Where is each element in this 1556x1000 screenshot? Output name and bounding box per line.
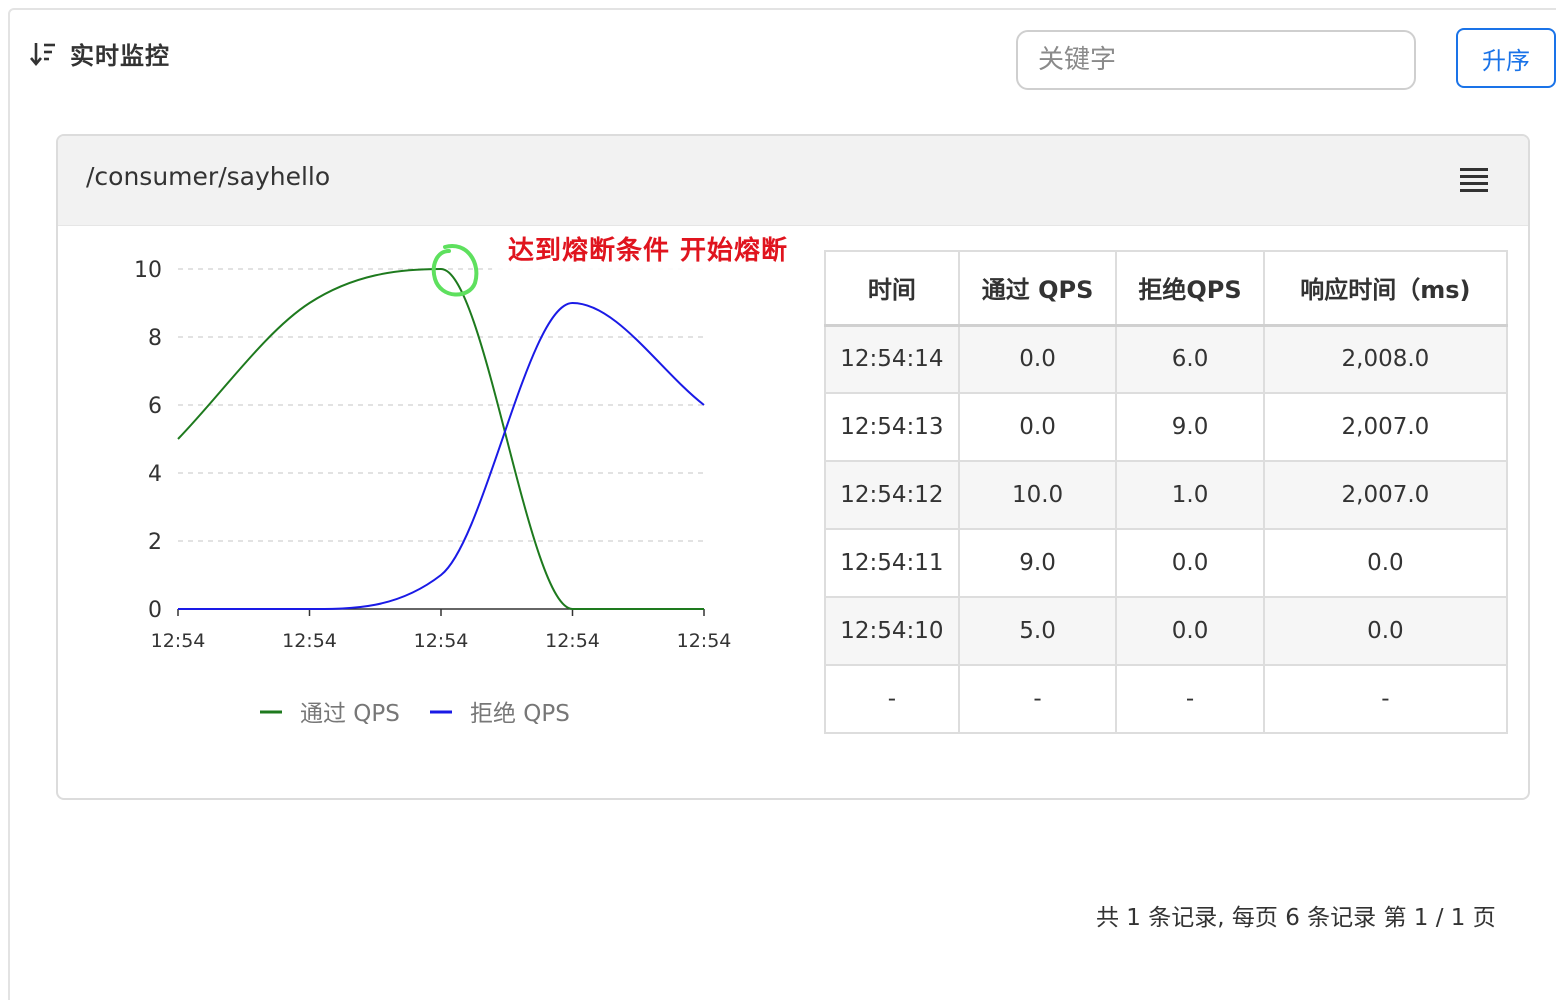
column-header-time: 时间 xyxy=(824,250,960,327)
y-tick-label: 8 xyxy=(148,326,162,351)
cell-block-qps: 0.0 xyxy=(1115,596,1265,666)
cell-rt: 0.0 xyxy=(1262,596,1509,666)
cell-pass-qps: 0.0 xyxy=(957,324,1118,394)
cell-time: 12:54:10 xyxy=(824,596,960,666)
cell-pass-qps: 0.0 xyxy=(957,392,1118,462)
table-row: 12:54:13 0.0 9.0 2,007.0 xyxy=(824,392,1509,462)
cell-rt: 0.0 xyxy=(1262,528,1509,598)
table-row: 12:54:12 10.0 1.0 2,007.0 xyxy=(824,460,1509,530)
x-tick-label: 12:54 xyxy=(677,630,732,652)
pagination-info: 共 1 条记录, 每页 6 条记录 第 1 / 1 页 xyxy=(1096,905,1496,931)
table-header-row: 时间 通过 QPS 拒绝QPS 响应时间（ms) xyxy=(824,250,1509,327)
cell-time: 12:54:12 xyxy=(824,460,960,530)
y-tick-label: 4 xyxy=(148,462,162,487)
series-line-pass-qps xyxy=(177,267,704,611)
cell-block-qps: 9.0 xyxy=(1115,392,1265,462)
cell-block-qps: - xyxy=(1115,664,1265,734)
cell-time: 12:54:14 xyxy=(824,324,960,394)
column-header-block-qps: 拒绝QPS xyxy=(1115,250,1265,327)
table-row: 12:54:10 5.0 0.0 0.0 xyxy=(824,596,1509,666)
x-tick-label: 12:54 xyxy=(414,630,469,652)
cell-time: 12:54:11 xyxy=(824,528,960,598)
cell-rt: - xyxy=(1262,664,1509,734)
y-tick-label: 6 xyxy=(148,394,162,419)
cell-time: 12:54:13 xyxy=(824,392,960,462)
cell-pass-qps: 9.0 xyxy=(957,528,1118,598)
menu-icon[interactable] xyxy=(1460,168,1488,192)
legend-label: 拒绝 QPS xyxy=(470,701,570,727)
search-input[interactable] xyxy=(1016,30,1416,90)
x-tick-label: 12:54 xyxy=(545,630,600,652)
cell-rt: 2,007.0 xyxy=(1262,392,1509,462)
cell-pass-qps: 5.0 xyxy=(957,596,1118,666)
cell-pass-qps: 10.0 xyxy=(957,460,1118,530)
qps-line-chart: 0 2 4 6 8 10 12:54 12:54 12:54 12:54 12:54 通过 QPS 拒绝… xyxy=(134,244,732,727)
cell-block-qps: 1.0 xyxy=(1115,460,1265,530)
table-row: 12:54:11 9.0 0.0 0.0 xyxy=(824,528,1509,598)
cell-pass-qps: - xyxy=(957,664,1118,734)
y-tick-label: 2 xyxy=(148,530,162,555)
column-header-pass-qps: 通过 QPS xyxy=(957,250,1118,327)
table-row: - - - - xyxy=(824,664,1509,734)
legend-label: 通过 QPS xyxy=(300,701,400,727)
metrics-table: 时间 通过 QPS 拒绝QPS 响应时间（ms) 12:54:14 0.0 6.… xyxy=(824,250,1509,734)
table-row: 12:54:14 0.0 6.0 2,008.0 xyxy=(824,324,1509,394)
x-tick-label: 12:54 xyxy=(151,630,206,652)
y-tick-label: 10 xyxy=(134,258,162,283)
cell-block-qps: 6.0 xyxy=(1115,324,1265,394)
sort-ascending-button[interactable]: 升序 xyxy=(1456,28,1556,88)
cell-rt: 2,007.0 xyxy=(1262,460,1509,530)
cell-rt: 2,008.0 xyxy=(1262,324,1509,394)
column-header-rt: 响应时间（ms) xyxy=(1262,250,1509,327)
x-tick-label: 12:54 xyxy=(282,630,337,652)
cell-time: - xyxy=(824,664,960,734)
cell-block-qps: 0.0 xyxy=(1115,528,1265,598)
circuit-break-annotation: 达到熔断条件 开始熔断 xyxy=(492,226,820,272)
highlight-circle xyxy=(431,244,479,297)
y-tick-label: 0 xyxy=(148,598,162,623)
